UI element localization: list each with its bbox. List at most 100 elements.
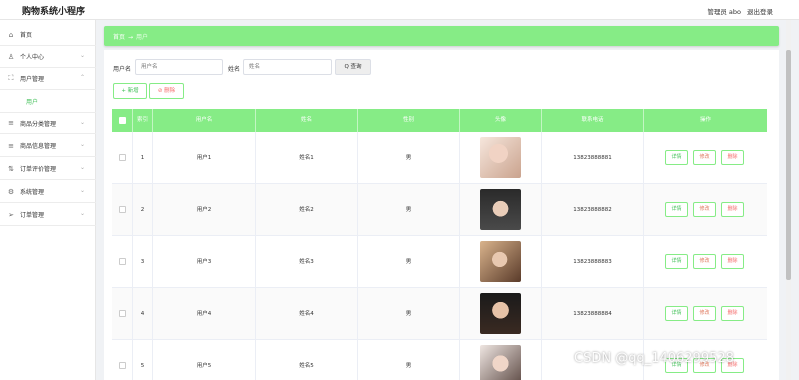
delete-button[interactable]: ⊘ 删除 [149, 83, 184, 99]
detail-button[interactable]: 详情 [665, 202, 688, 217]
cell-username: 用户5 [153, 340, 256, 380]
cell-username: 用户4 [153, 288, 256, 340]
avatar [480, 293, 521, 334]
column-header: 头像 [460, 109, 542, 132]
sidebar-item-products[interactable]: ≡ 商品信息管理 ⌄ [0, 135, 96, 157]
column-header: 性别 [358, 109, 460, 132]
scrollbar-thumb[interactable] [786, 50, 791, 280]
cell-avatar [460, 184, 542, 236]
sidebar-subitem-user[interactable]: 用户 [26, 97, 38, 106]
admin-label: 管理员 abo [707, 8, 741, 16]
list-icon: ≡ [8, 141, 14, 150]
column-header: 操作 [699, 117, 711, 123]
avatar [480, 241, 521, 282]
sidebar-item-reviews[interactable]: ⇅ 订单评价管理 ⌄ [0, 158, 96, 180]
avatar [480, 137, 521, 178]
sidebar-item-personal[interactable]: ♙ 个人中心 ⌄ [0, 46, 96, 68]
breadcrumb: 首页 → 用户 [104, 26, 779, 46]
cell-username: 用户3 [153, 236, 256, 288]
add-button[interactable]: + 新增 [113, 83, 147, 99]
sidebar-item-users[interactable]: ⛶ 用户管理 ⌃ [0, 68, 96, 90]
column-header: 联系电话 [542, 109, 644, 132]
cell-avatar [460, 288, 542, 340]
content-panel: 用户名 姓名 Q 查询 + 新增 ⊘ 删除 索引 用户名 姓名 性别 头像 联系… [104, 50, 779, 380]
username-input[interactable] [135, 59, 223, 75]
cell-index: 1 [133, 132, 153, 184]
table-row: 1 用户1 姓名1 男 13823888881 详情 修改 删除 [112, 132, 767, 184]
cell-gender: 男 [358, 288, 460, 340]
cell-index: 5 [133, 340, 153, 380]
cell-username: 用户1 [153, 132, 256, 184]
row-delete-button[interactable]: 删除 [721, 202, 744, 217]
sidebar-item-system[interactable]: ⚙ 系统管理 ⌄ [0, 181, 96, 203]
logout-link[interactable]: 退出登录 [747, 6, 773, 16]
sidebar-item-category[interactable]: ≡ 商品分类管理 ⌄ [0, 112, 96, 134]
chevron-down-icon: ⌄ [80, 119, 86, 126]
top-bar: 购物系统小程序 管理员 abo 退出登录 [0, 0, 799, 20]
cell-actions: 详情 修改 删除 [644, 184, 767, 236]
edit-button[interactable]: 修改 [693, 306, 716, 321]
column-header: 索引 [133, 109, 153, 132]
main-content: 首页→用户 用户名 姓名 Q 查询 + 新增 ⊘ 删除 索引 用户名 姓名 性别… [104, 20, 779, 380]
detail-button[interactable]: 详情 [665, 150, 688, 165]
sidebar: ⌂ 首页 ♙ 个人中心 ⌄ ⛶ 用户管理 ⌃ 用户 ≡ 商品分类管理 ⌄ ≡ 商… [0, 20, 96, 380]
row-checkbox[interactable] [112, 132, 133, 184]
row-checkbox[interactable] [112, 288, 133, 340]
name-input[interactable] [243, 59, 332, 75]
cell-phone: 13823888881 [542, 132, 644, 184]
breadcrumb-text: 首页 → 用户 [113, 32, 148, 41]
avatar [480, 345, 521, 380]
cell-index: 4 [133, 288, 153, 340]
chevron-down-icon: ⌄ [80, 141, 86, 148]
detail-button[interactable]: 详情 [665, 254, 688, 269]
cell-actions: 详情 修改 删除 [644, 132, 767, 184]
row-checkbox[interactable] [112, 184, 133, 236]
cell-gender: 男 [358, 132, 460, 184]
cell-gender: 男 [358, 184, 460, 236]
search-button[interactable]: Q 查询 [335, 59, 371, 75]
sidebar-item-label: 订单管理 [20, 212, 45, 219]
sidebar-item-label: 系统管理 [20, 189, 45, 196]
users-icon: ⛶ [8, 74, 14, 82]
row-checkbox[interactable] [112, 236, 133, 288]
column-header: 用户名 [153, 109, 256, 132]
select-all-checkbox[interactable] [112, 109, 133, 132]
cell-gender: 男 [358, 236, 460, 288]
cell-avatar [460, 236, 542, 288]
gear-icon: ⚙ [7, 187, 15, 196]
send-icon: ➢ [8, 210, 14, 219]
cell-name: 姓名1 [256, 132, 358, 184]
cell-phone: 13823888883 [542, 236, 644, 288]
row-delete-button[interactable]: 删除 [721, 150, 744, 165]
cell-name: 姓名5 [256, 340, 358, 380]
detail-button[interactable]: 详情 [665, 306, 688, 321]
cell-username: 用户2 [153, 184, 256, 236]
cell-index: 3 [133, 236, 153, 288]
sidebar-item-label: 商品分类管理 [20, 120, 57, 128]
edit-button[interactable]: 修改 [693, 254, 716, 269]
edit-button[interactable]: 修改 [693, 150, 716, 165]
cell-name: 姓名3 [256, 236, 358, 288]
sidebar-item-orders[interactable]: ➢ 订单管理 ⌄ [0, 204, 96, 226]
breadcrumb-current: 用户 [136, 34, 149, 41]
row-delete-button[interactable]: 删除 [721, 254, 744, 269]
row-delete-button[interactable]: 删除 [721, 306, 744, 321]
cell-avatar [460, 340, 542, 380]
sidebar-item-label: 订单评价管理 [20, 166, 57, 173]
table-row: 3 用户3 姓名3 男 13823888883 详情 修改 删除 [112, 236, 767, 288]
chevron-up-icon: ⌃ [80, 74, 86, 81]
sidebar-item-label: 个人中心 [20, 54, 45, 61]
comment-icon: ⇅ [8, 164, 14, 173]
chevron-down-icon: ⌄ [80, 164, 86, 171]
row-checkbox[interactable] [112, 340, 133, 380]
page-scrollbar[interactable] [786, 20, 791, 380]
avatar [480, 189, 521, 230]
sidebar-item-home[interactable]: ⌂ 首页 [0, 24, 96, 46]
cell-index: 2 [133, 184, 153, 236]
watermark: CSDN @qq_1406299528 [574, 351, 734, 366]
breadcrumb-home[interactable]: 首页 [113, 34, 125, 41]
cell-actions: 详情 修改 删除 [644, 288, 767, 340]
sidebar-item-label: 商品信息管理 [20, 143, 57, 150]
edit-button[interactable]: 修改 [693, 202, 716, 217]
user-icon: ♙ [7, 52, 15, 61]
